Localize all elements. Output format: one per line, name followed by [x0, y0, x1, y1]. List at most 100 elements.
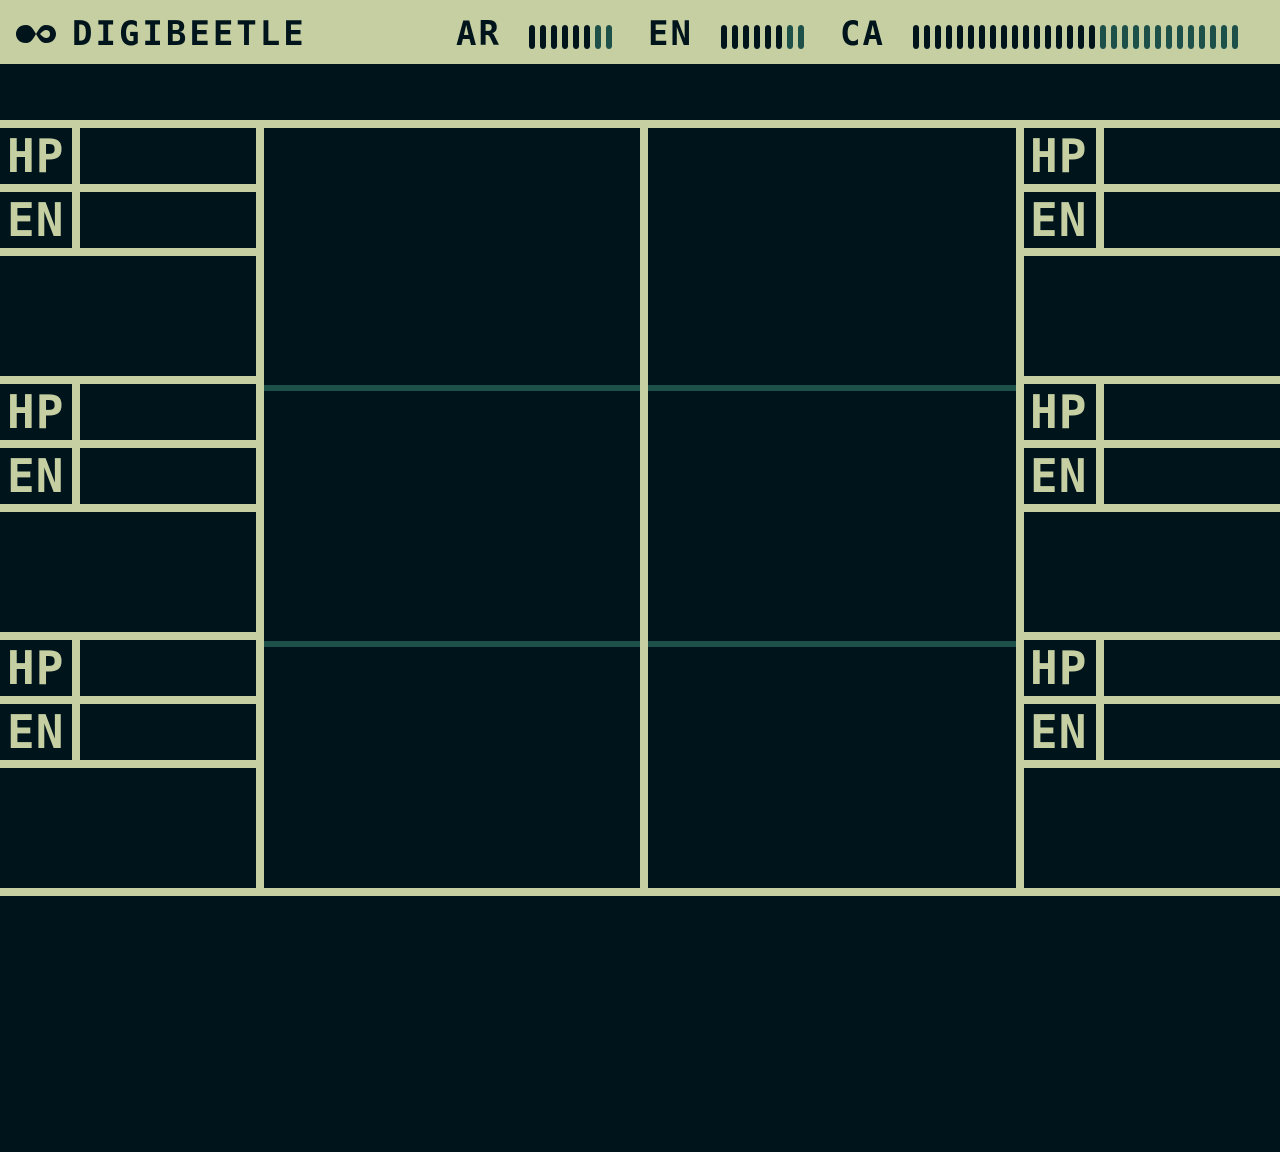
ca-meter-segment: [968, 25, 974, 49]
ca-meter-segment: [979, 25, 985, 49]
slot-row-line: [0, 760, 256, 768]
lane-left-2[interactable]: [264, 391, 640, 641]
ca-meter-segment: [1111, 25, 1117, 49]
slot-row-line: [0, 376, 256, 384]
slot-row-line: [0, 184, 256, 192]
ca-meter-segment: [924, 25, 930, 49]
slot-row-line: [0, 696, 256, 704]
ar-meter-segment: [606, 25, 612, 49]
en-meter-segment: [787, 25, 793, 49]
ar-meter-segment: [595, 25, 601, 49]
ca-meter-segment: [1078, 25, 1084, 49]
ca-meter-segment: [1023, 25, 1029, 49]
lane-right-2[interactable]: [648, 391, 1016, 641]
ca-meter-segment: [1045, 25, 1051, 49]
en-bar: [80, 704, 256, 760]
hp-bar: [80, 640, 256, 696]
ar-meter-segment: [573, 25, 579, 49]
ca-meter-segment: [1177, 25, 1183, 49]
hp-bar: [1104, 384, 1280, 440]
en-meter-segment: [765, 25, 771, 49]
slot-row-line: [1024, 760, 1280, 768]
ca-meter-segment: [1133, 25, 1139, 49]
en-bar: [80, 192, 256, 248]
lane-right-3[interactable]: [648, 647, 1016, 888]
infinity-icon: [16, 25, 56, 43]
ca-meter-segment: [1232, 25, 1238, 49]
en-bar: [1104, 704, 1280, 760]
right-column-divider: [1016, 120, 1024, 896]
en-bar: [1104, 192, 1280, 248]
ca-meter-segment: [1155, 25, 1161, 49]
ca-meter-segment: [1166, 25, 1172, 49]
en-label: EN: [1030, 705, 1088, 759]
en-meter-segment: [754, 25, 760, 49]
ca-meter-segment: [1001, 25, 1007, 49]
en-label: EN: [7, 705, 65, 759]
game-screen: DIGIBEETLE AR EN CA HP EN HP EN HP EN HP…: [0, 0, 1280, 1152]
slot-row-line: [0, 440, 256, 448]
ar-meter-segment: [529, 25, 535, 49]
ca-meter-segment: [1221, 25, 1227, 49]
hp-label: HP: [1030, 385, 1088, 439]
ca-meter-segment: [935, 25, 941, 49]
game-title: DIGIBEETLE: [72, 14, 307, 54]
ca-meter-segment: [990, 25, 996, 49]
ca-meter-segment: [1067, 25, 1073, 49]
slot-row-line: [1024, 440, 1280, 448]
center-column-divider: [640, 120, 648, 896]
ca-meter-segment: [1100, 25, 1106, 49]
en-label: EN: [7, 449, 65, 503]
en-label: EN: [1030, 449, 1088, 503]
left-column-divider: [256, 120, 264, 896]
hp-label: HP: [1030, 129, 1088, 183]
ar-meter-segment: [562, 25, 568, 49]
hp-bar: [1104, 128, 1280, 184]
ca-meter-segment: [1144, 25, 1150, 49]
en-meter-segment: [721, 25, 727, 49]
ca-meter-segment: [957, 25, 963, 49]
slot-row-line: [0, 632, 256, 640]
slot-row-line: [0, 504, 256, 512]
slot-row-line: [1024, 248, 1280, 256]
lane-right-1[interactable]: [648, 128, 1016, 385]
ca-meter-segment: [1122, 25, 1128, 49]
ar-meter-segment: [551, 25, 557, 49]
slot-row-line: [0, 248, 256, 256]
lane-left-3[interactable]: [264, 647, 640, 888]
status-bar: DIGIBEETLE AR EN CA: [0, 0, 1280, 64]
slot-row-line: [1024, 632, 1280, 640]
ar-label: AR: [456, 14, 501, 54]
ar-meter-segment: [540, 25, 546, 49]
hp-bar: [80, 128, 256, 184]
lane-left-1[interactable]: [264, 128, 640, 385]
hp-bar: [80, 384, 256, 440]
hp-label: HP: [7, 385, 65, 439]
slot-row-line: [1024, 376, 1280, 384]
en-label: EN: [7, 193, 65, 247]
ca-meter-segment: [913, 25, 919, 49]
en-meter-segment: [732, 25, 738, 49]
en-label: EN: [1030, 193, 1088, 247]
hp-label: HP: [7, 641, 65, 695]
en-bar: [1104, 448, 1280, 504]
en-meter-segment: [776, 25, 782, 49]
ca-meter-segment: [1089, 25, 1095, 49]
slot-row-line: [1024, 696, 1280, 704]
ca-meter-segment: [1034, 25, 1040, 49]
en-bar: [80, 448, 256, 504]
hp-bar: [1104, 640, 1280, 696]
ca-meter-segment: [946, 25, 952, 49]
ca-label: CA: [840, 14, 885, 54]
en-meter-segment: [798, 25, 804, 49]
ca-meter-segment: [1012, 25, 1018, 49]
hp-label: HP: [7, 129, 65, 183]
ca-meter-segment: [1199, 25, 1205, 49]
ca-meter-segment: [1188, 25, 1194, 49]
hp-label: HP: [1030, 641, 1088, 695]
en-meter-segment: [743, 25, 749, 49]
en-label: EN: [648, 14, 693, 54]
slot-row-line: [1024, 184, 1280, 192]
ar-meter-segment: [584, 25, 590, 49]
slot-row-line: [1024, 504, 1280, 512]
